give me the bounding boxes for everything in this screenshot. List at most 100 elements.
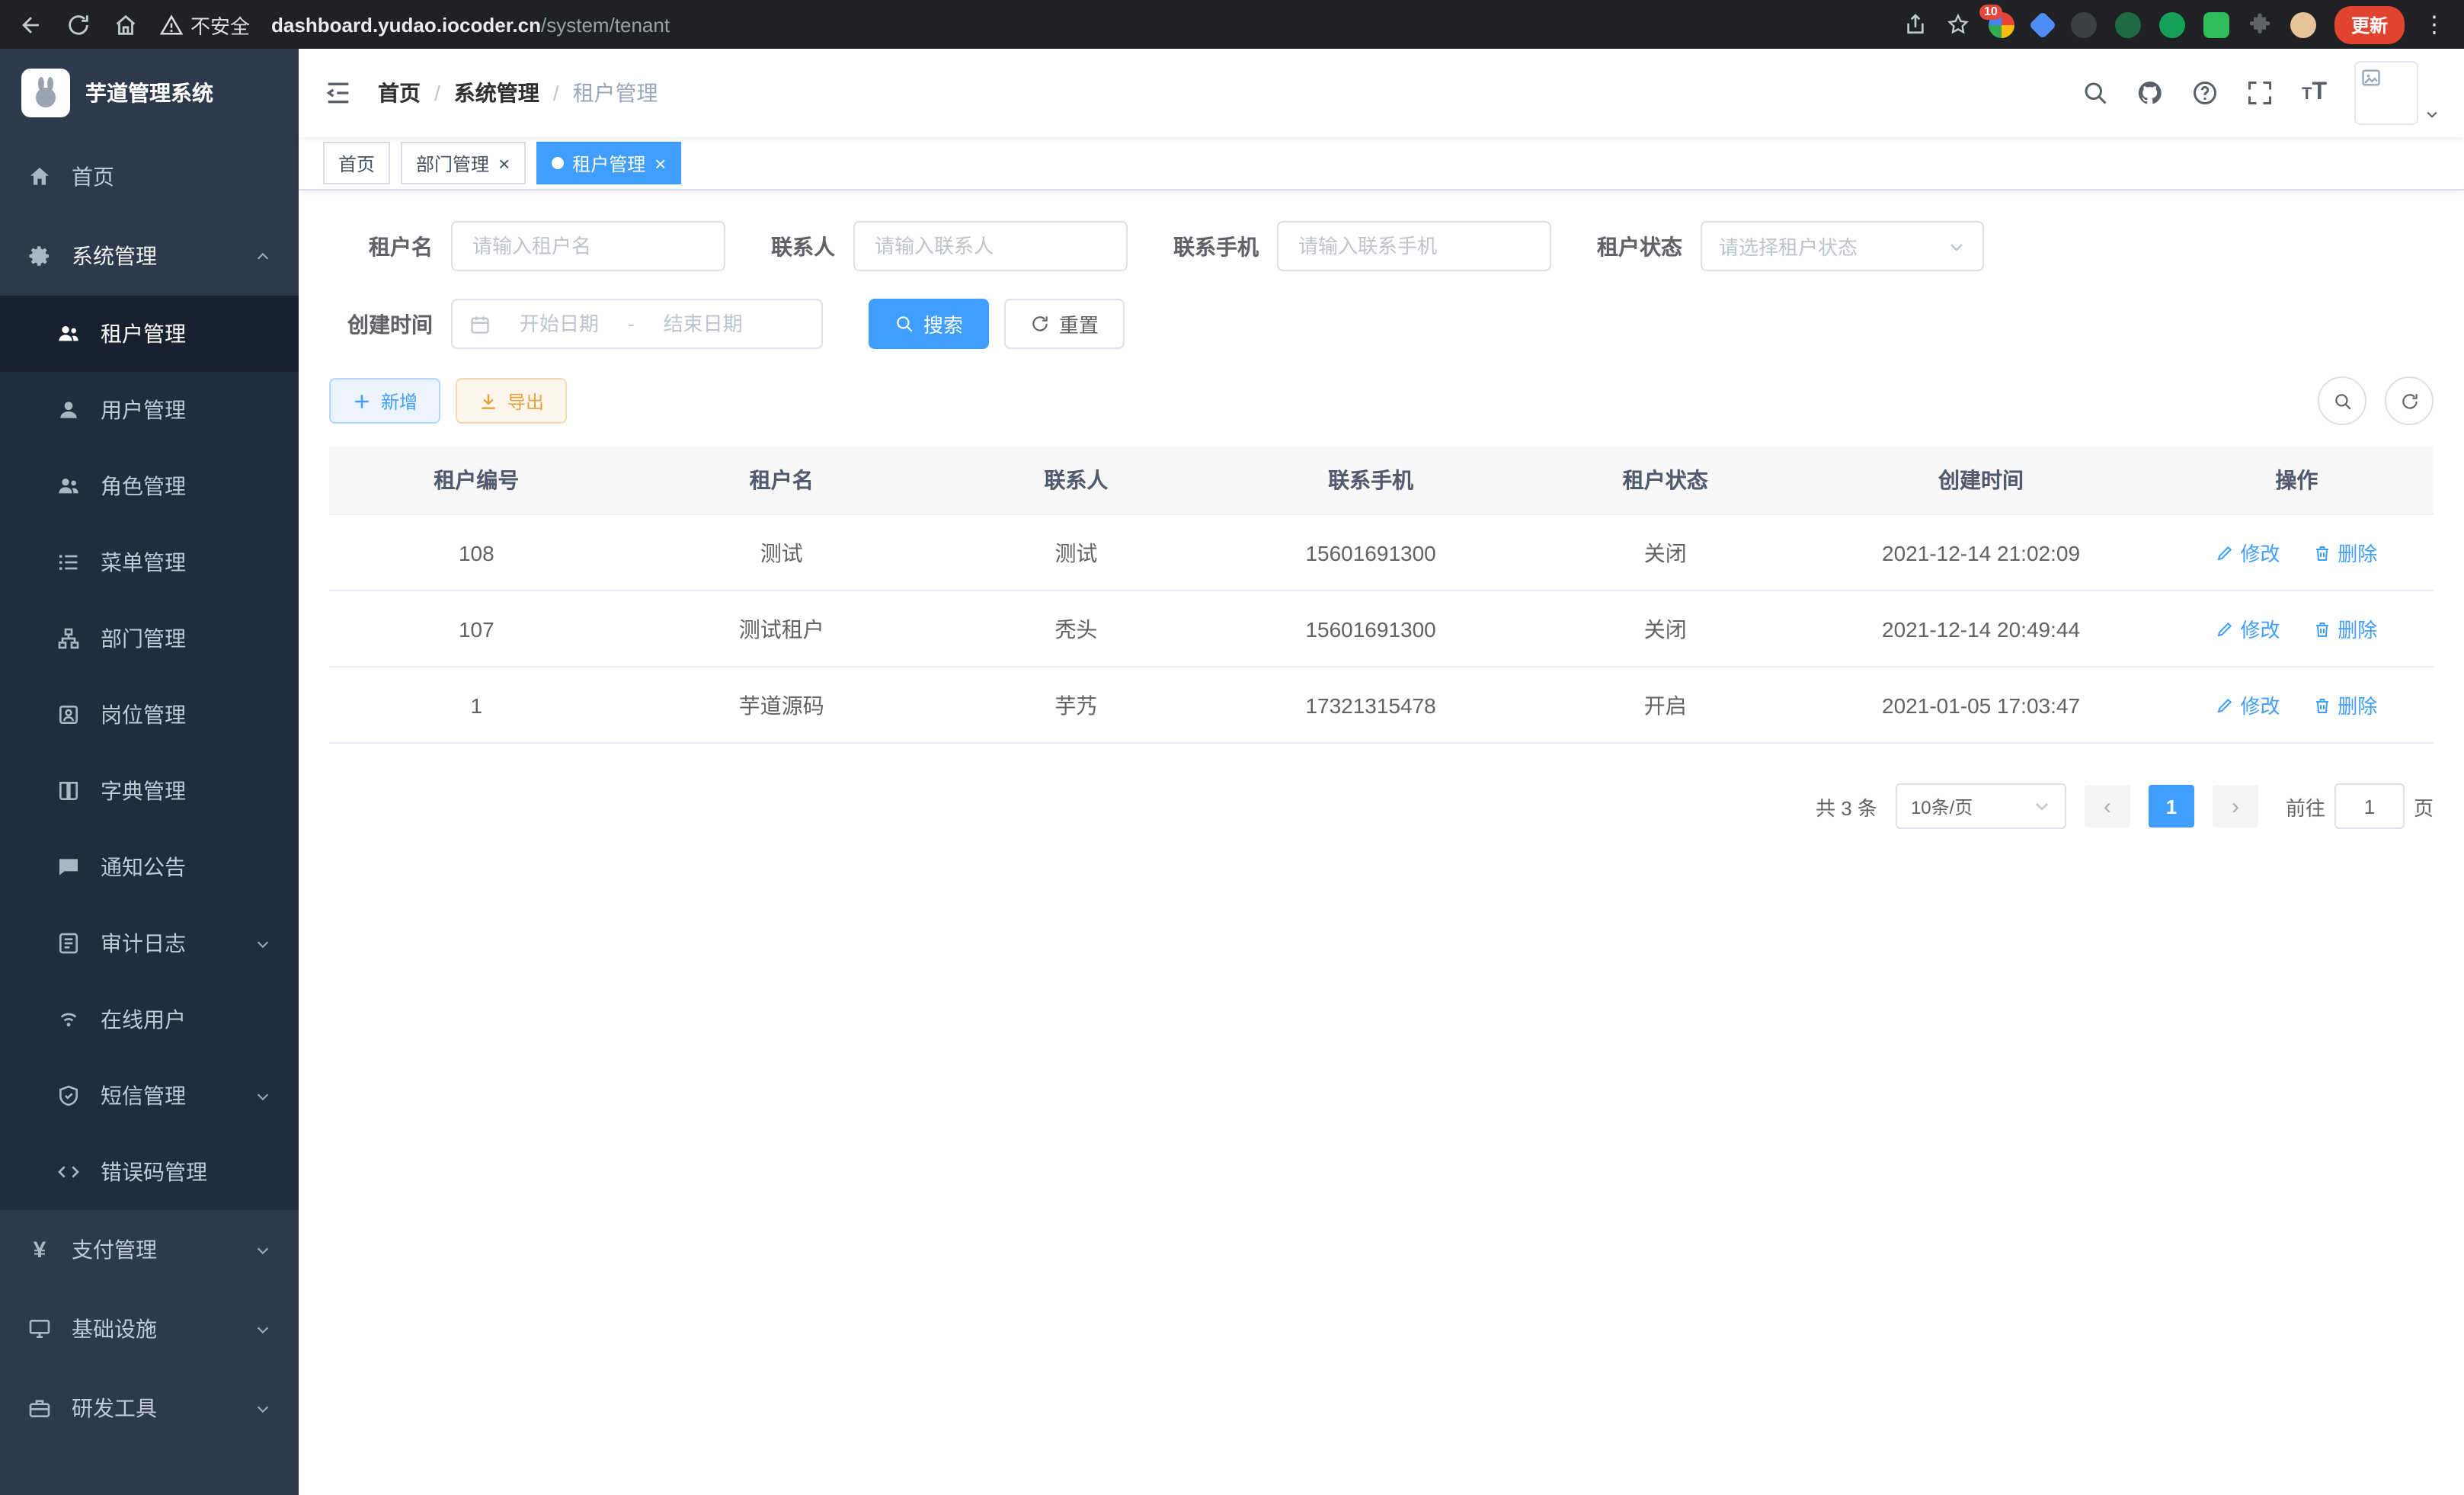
sidebar-item-label: 短信管理 xyxy=(101,1080,186,1111)
reset-button[interactable]: 重置 xyxy=(1004,299,1125,349)
sidebar-item-label: 租户管理 xyxy=(101,319,186,349)
date-start-input[interactable] xyxy=(501,311,617,337)
contact-input[interactable] xyxy=(872,233,1109,259)
delete-link[interactable]: 删除 xyxy=(2313,614,2377,643)
edit-link[interactable]: 修改 xyxy=(2216,538,2280,567)
sidebar-fold-icon[interactable] xyxy=(323,78,354,108)
cell-status: 关闭 xyxy=(1528,514,1802,591)
url-host: dashboard.yudao.iocoder.cn xyxy=(271,13,541,36)
breadcrumb-section[interactable]: 系统管理 xyxy=(454,78,539,108)
sidebar-item-online-users[interactable]: 在线用户 xyxy=(0,981,299,1058)
page-size-value: 10条/页 xyxy=(1911,793,2033,819)
sidebar-item-dept-management[interactable]: 部门管理 xyxy=(0,600,299,677)
mobile-input[interactable] xyxy=(1295,233,1533,259)
cell-tenant-id: 1 xyxy=(329,667,624,743)
tab-dept-management[interactable]: 部门管理 × xyxy=(401,142,525,184)
extension-icon[interactable] xyxy=(2071,11,2097,37)
next-page-button[interactable]: › xyxy=(2213,785,2258,828)
breadcrumb-home[interactable]: 首页 xyxy=(378,78,421,108)
address-bar[interactable]: dashboard.yudao.iocoder.cn/system/tenant xyxy=(271,13,670,36)
filter-label: 租户名 xyxy=(329,231,433,261)
github-icon[interactable] xyxy=(2137,79,2165,107)
add-button[interactable]: 新增 xyxy=(329,378,440,424)
user-icon xyxy=(56,398,81,422)
logo-image xyxy=(21,69,70,117)
pay-yen-icon: ¥ xyxy=(27,1237,52,1262)
extension-icon[interactable] xyxy=(2029,11,2057,39)
tab-label: 部门管理 xyxy=(416,150,489,176)
font-size-icon[interactable]: TT xyxy=(2302,81,2327,105)
close-icon[interactable]: × xyxy=(654,153,666,173)
infra-monitor-icon xyxy=(27,1317,52,1341)
browser-home-icon[interactable] xyxy=(113,11,139,37)
sidebar-item-sms-management[interactable]: 短信管理 xyxy=(0,1058,299,1134)
date-end-input[interactable] xyxy=(645,311,761,337)
fullscreen-icon[interactable] xyxy=(2247,79,2274,107)
page-number-button[interactable]: 1 xyxy=(2149,785,2194,828)
profile-avatar-icon[interactable] xyxy=(2290,11,2316,37)
status-select[interactable]: 请选择租户状态 xyxy=(1701,221,1984,271)
table-header-row: 租户编号 租户名 联系人 联系手机 租户状态 创建时间 操作 xyxy=(329,447,2434,514)
refresh-table-button[interactable] xyxy=(2385,376,2434,425)
extensions-puzzle-icon[interactable] xyxy=(2248,12,2272,37)
toggle-search-button[interactable] xyxy=(2318,376,2366,425)
user-avatar-dropdown[interactable] xyxy=(2354,61,2440,125)
post-badge-icon xyxy=(56,703,81,727)
tenant-name-input[interactable] xyxy=(469,233,707,259)
help-question-icon[interactable] xyxy=(2192,79,2219,107)
bookmark-star-icon[interactable] xyxy=(1946,12,1970,37)
page-size-select[interactable]: 10条/页 xyxy=(1896,783,2066,829)
app-logo[interactable]: 芋道管理系统 xyxy=(0,49,299,137)
avatar[interactable] xyxy=(2354,61,2418,125)
search-icon xyxy=(2332,391,2352,411)
tab-label: 租户管理 xyxy=(572,150,645,176)
browser-menu-icon[interactable]: ⋮ xyxy=(2423,11,2446,38)
sidebar-item-audit-log[interactable]: 审计日志 xyxy=(0,905,299,981)
date-range-picker[interactable]: - xyxy=(451,299,823,349)
sidebar-item-notice[interactable]: 通知公告 xyxy=(0,829,299,905)
goto-page-input[interactable] xyxy=(2334,783,2405,829)
chevron-down-icon xyxy=(254,1241,271,1258)
browser-update-button[interactable]: 更新 xyxy=(2334,5,2405,43)
extension-icon[interactable] xyxy=(2203,11,2229,37)
delete-link[interactable]: 删除 xyxy=(2313,538,2377,567)
sidebar-item-label: 角色管理 xyxy=(101,471,186,501)
gear-icon xyxy=(27,244,52,268)
sidebar-item-tenant-management[interactable]: 租户管理 xyxy=(0,296,299,372)
edit-link[interactable]: 修改 xyxy=(2216,690,2280,719)
extension-icon[interactable]: 10 xyxy=(1989,11,2014,37)
extension-icon[interactable] xyxy=(2115,11,2141,37)
delete-link[interactable]: 删除 xyxy=(2313,690,2377,719)
security-indicator[interactable]: 不安全 xyxy=(160,10,250,39)
sidebar-item-menu-management[interactable]: 菜单管理 xyxy=(0,524,299,600)
sidebar-item-role-management[interactable]: 角色管理 xyxy=(0,448,299,524)
sidebar-item-error-code[interactable]: 错误码管理 xyxy=(0,1134,299,1210)
extension-icon[interactable] xyxy=(2159,11,2185,37)
sidebar-item-infrastructure[interactable]: 基础设施 xyxy=(0,1289,299,1369)
sidebar-item-dict-management[interactable]: 字典管理 xyxy=(0,753,299,829)
sidebar-item-system-management[interactable]: 系统管理 xyxy=(0,216,299,296)
close-icon[interactable]: × xyxy=(498,153,510,173)
tab-home[interactable]: 首页 xyxy=(323,142,390,184)
search-icon[interactable] xyxy=(2082,79,2110,107)
share-icon[interactable] xyxy=(1903,12,1928,37)
export-button[interactable]: 导出 xyxy=(456,378,567,424)
sidebar-item-dev-tools[interactable]: 研发工具 xyxy=(0,1369,299,1448)
search-button[interactable]: 搜索 xyxy=(869,299,989,349)
search-button-label: 搜索 xyxy=(923,309,963,338)
screen: 不安全 dashboard.yudao.iocoder.cn/system/te… xyxy=(0,0,2464,1495)
sidebar-item-user-management[interactable]: 用户管理 xyxy=(0,372,299,448)
filter-contact: 联系人 xyxy=(771,221,1128,271)
sidebar-item-payment[interactable]: ¥ 支付管理 xyxy=(0,1210,299,1289)
notice-chat-icon xyxy=(56,855,81,879)
browser-reload-icon[interactable] xyxy=(66,11,91,37)
sidebar-item-home[interactable]: 首页 xyxy=(0,137,299,216)
tab-tenant-management[interactable]: 租户管理 × xyxy=(536,142,681,184)
edit-link[interactable]: 修改 xyxy=(2216,614,2280,643)
browser-back-icon[interactable] xyxy=(18,11,44,37)
filter-label: 联系手机 xyxy=(1173,231,1259,261)
sidebar-item-label: 首页 xyxy=(72,162,114,192)
prev-page-button[interactable]: ‹ xyxy=(2085,785,2130,828)
add-button-label: 新增 xyxy=(381,388,418,414)
sidebar-item-post-management[interactable]: 岗位管理 xyxy=(0,677,299,753)
